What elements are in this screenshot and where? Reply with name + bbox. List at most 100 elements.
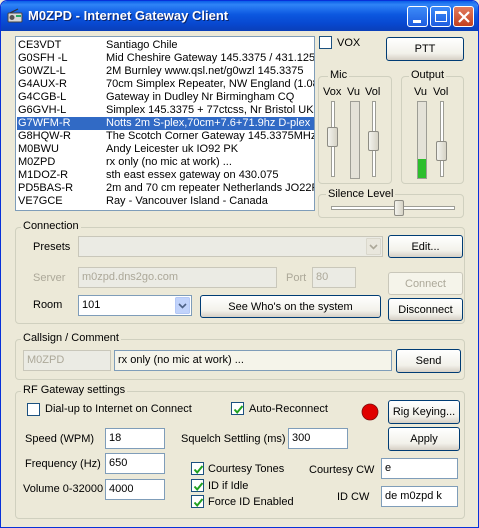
squelch-input[interactable]: 300 [288,428,348,449]
station-callsign: G0SFH -L [18,52,68,64]
room-combobox[interactable]: 101 [78,295,192,316]
station-info: Santiago Chile [106,39,178,51]
station-callsign: G4CGB-L [18,91,67,103]
station-callsign: CE3VDT [18,39,62,51]
mic-vol-label: Vol [365,86,381,98]
station-info: 2M Burnley www.qsl.net/g0wzl 145.3375 [106,65,304,77]
checkmark-icon [193,465,204,475]
station-callsign: G8HQW-R [18,130,71,142]
courtesy-tones-label: Courtesy Tones [208,463,285,475]
vox-checkbox[interactable] [319,36,332,49]
output-vol-slider[interactable] [436,141,447,161]
station-row[interactable]: G6GVH-L Simplex 145.3375 + 77ctcss, Nr Br… [17,104,314,117]
station-row[interactable]: G0SFH -L Mid Cheshire Gateway 145.3375 / … [17,52,314,65]
frequency-input[interactable]: 650 [105,453,165,474]
checkmark-icon [193,498,204,508]
vox-label: VOX [337,37,361,49]
mic-vox-slider[interactable] [327,127,338,147]
volume-label: Volume 0-32000 [23,483,104,495]
station-info: sth east essex gateway on 430.075 [106,169,279,181]
mic-vu-label: Vu [347,86,361,98]
see-whos-on-button[interactable]: See Who's on the system [200,295,381,318]
silence-level-title: Silence Level [326,188,396,200]
id-if-idle-checkbox[interactable] [191,479,204,492]
station-callsign: G0WZL-L [18,65,66,77]
window-title: M0ZPD - Internet Gateway Client [28,8,229,23]
presets-combobox[interactable] [78,236,383,257]
maximize-icon [435,11,447,22]
station-row[interactable]: G4CGB-L Gateway in Dudley Nr Birmingham C… [17,91,314,104]
callsign-input[interactable]: M0ZPD [23,350,111,371]
volume-input[interactable]: 4000 [105,479,165,500]
station-row[interactable]: VE7GCE Ray - Vancouver Island - Canada [17,195,314,208]
output-vu-meter [417,101,427,179]
send-button[interactable]: Send [396,349,461,373]
station-row[interactable]: G7WFM-R Notts 2m S-plex,70cm+7.6+71.9hz D… [17,117,314,130]
courtesy-cw-input[interactable]: e [381,458,458,479]
apply-button[interactable]: Apply [388,427,460,451]
port-label: Port [286,272,307,284]
id-if-idle-label: ID if Idle [208,480,249,492]
status-indicator-icon [361,403,379,421]
port-input[interactable]: 80 [312,267,356,288]
force-id-checkbox[interactable] [191,495,204,508]
server-label: Server [33,272,66,284]
ptt-button[interactable]: PTT [386,37,464,61]
station-row[interactable]: M0BWU Andy Leicester uk IO92 PK [17,143,314,156]
output-vu-label: Vu [414,86,428,98]
station-callsign: M0ZPD [18,156,56,168]
edit-presets-button[interactable]: Edit... [388,235,463,258]
callsign-comment-title: Callsign / Comment [21,332,121,344]
silence-slider[interactable] [394,200,404,216]
radio-app-icon [7,8,23,23]
station-row[interactable]: G8HQW-R The Scotch Corner Gateway 145.337… [17,130,314,143]
output-vol-slider-track [440,101,444,177]
station-callsign: G6GVH-L [18,104,67,116]
station-info: 70cm Simplex Repeater, NW England (1.08) [106,78,314,90]
squelch-label: Squelch Settling (ms) [181,433,286,445]
speed-input[interactable]: 18 [105,428,165,449]
mic-vol-slider[interactable] [368,131,379,151]
station-info: Gateway in Dudley Nr Birmingham CQ [106,91,295,103]
courtesy-cw-label: Courtesy CW [309,464,375,476]
checkmark-icon [233,405,244,415]
connect-button[interactable]: Connect [388,272,463,295]
station-list[interactable]: CE3VDT Santiago Chile G0SFH -L Mid Cheshire… [15,36,315,211]
disconnect-button[interactable]: Disconnect [388,298,463,321]
station-row[interactable]: M0ZPD rx only (no mic at work) ... [17,156,314,169]
auto-reconnect-label: Auto-Reconnect [249,403,328,415]
station-callsign: PD5BAS-R [18,182,74,194]
auto-reconnect-checkbox[interactable] [231,402,244,415]
courtesy-tones-checkbox[interactable] [191,462,204,475]
station-info: Simplex 145.3375 + 77ctcss, Nr Bristol U… [106,104,314,116]
station-row[interactable]: G0WZL-L 2M Burnley www.qsl.net/g0wzl 145.… [17,65,314,78]
rf-gateway-title: RF Gateway settings [21,384,128,396]
speed-label: Speed (WPM) [25,433,95,445]
output-title: Output [409,69,447,81]
room-label: Room [33,299,63,311]
minimize-button[interactable] [407,6,428,27]
station-row[interactable]: PD5BAS-R 2m and 70 cm repeater Netherland… [17,182,314,195]
presets-label: Presets [33,241,71,253]
mic-vox-label: Vox [323,86,342,98]
station-callsign: G4AUX-R [18,78,67,90]
silence-slider-track [331,206,455,210]
rig-keying-button[interactable]: Rig Keying... [388,400,460,424]
title-bar[interactable]: M0ZPD - Internet Gateway Client [1,1,478,31]
id-cw-label: ID CW [337,491,370,503]
station-row[interactable]: M1DOZ-R sth east essex gateway on 430.075 [17,169,314,182]
station-info: Ray - Vancouver Island - Canada [106,195,268,207]
dialup-label: Dial-up to Internet on Connect [45,403,192,415]
close-button[interactable] [453,6,474,27]
station-callsign: M0BWU [18,143,59,155]
station-row[interactable]: CE3VDT Santiago Chile [17,39,314,52]
output-vol-label: Vol [433,86,449,98]
checkmark-icon [193,482,204,492]
station-info: Andy Leicester uk IO92 PK [106,143,239,155]
maximize-button[interactable] [430,6,451,27]
server-input[interactable]: m0zpd.dns2go.com [78,267,277,288]
id-cw-input[interactable]: de m0zpd k [381,486,458,507]
comment-input[interactable]: rx only (no mic at work) ... [114,350,392,371]
dialup-checkbox[interactable] [27,403,40,416]
station-row[interactable]: G4AUX-R 70cm Simplex Repeater, NW England… [17,78,314,91]
